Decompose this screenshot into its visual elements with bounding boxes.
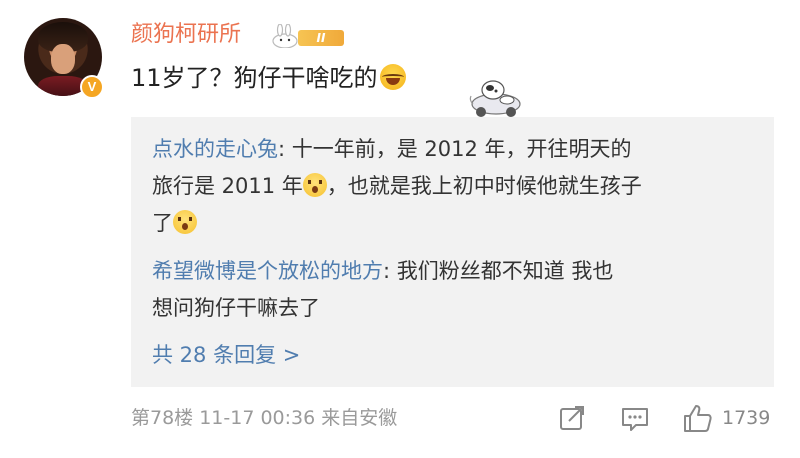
reply-item: 希望微博是个放松的地方: 我们粉丝都不知道 我也 想问狗仔干嘛去了 (152, 253, 752, 327)
comment-body: 11岁了？狗仔干啥吃的 (131, 64, 378, 92)
reply-text: : 我们粉丝都不知道 我也 (383, 259, 614, 283)
reply-text: : 十一年前，是 2012 年，开往明天的 (278, 137, 632, 161)
comment-icon (622, 408, 648, 431)
bunny-icon (272, 24, 298, 48)
comment-meta: 第78楼 11-17 00:36 来自安徽 (131, 407, 398, 429)
share-button[interactable] (557, 402, 587, 434)
reply-text: 想问狗仔干嘛去了 (152, 296, 320, 320)
reply-item: 点水的走心兔: 十一年前，是 2012 年，开往明天的 旅行是 2011 年 ，也… (152, 131, 752, 242)
cow-car-sticker-icon (469, 80, 521, 117)
like-count: 1739 (722, 407, 771, 429)
reply-text: 旅行是 2011 年 (152, 174, 303, 198)
reply-line: 旅行是 2011 年 ，也就是我上初中时候他就生孩子 (152, 168, 752, 205)
level-tag: II (298, 30, 344, 46)
laughing-tears-icon (379, 64, 406, 90)
reply-text: 了 (152, 211, 173, 235)
level-badge: II (266, 24, 356, 48)
shocked-face-icon (302, 173, 327, 197)
shocked-face-icon (173, 210, 197, 234)
reply-username[interactable]: 点水的走心兔 (152, 137, 278, 161)
avatar-face (51, 44, 75, 74)
more-replies-link[interactable]: 共 28 条回复 > (152, 339, 300, 371)
comment-text: 11岁了？狗仔干啥吃的 (131, 60, 406, 96)
reply-line: 了 (152, 205, 752, 242)
username[interactable]: 颜狗柯研所 (131, 18, 241, 52)
reply-line: 点水的走心兔: 十一年前，是 2012 年，开往明天的 (152, 131, 752, 168)
reply-username[interactable]: 希望微博是个放松的地方 (152, 259, 383, 283)
reply-line: 想问狗仔干嘛去了 (152, 290, 752, 327)
verified-badge-icon: V (80, 75, 104, 99)
share-icon (560, 406, 584, 430)
reply-line: 希望微博是个放松的地方: 我们粉丝都不知道 我也 (152, 253, 752, 290)
like-button[interactable] (682, 402, 714, 434)
reply-text: ，也就是我上初中时候他就生孩子 (326, 174, 642, 198)
comment-button[interactable] (620, 402, 650, 434)
like-icon (684, 405, 712, 432)
